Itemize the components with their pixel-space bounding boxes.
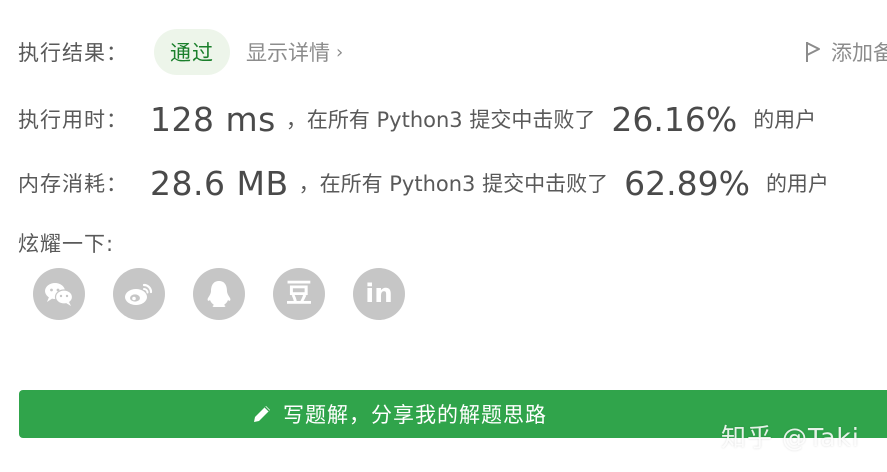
share-row: 炫耀一下: xyxy=(18,226,114,260)
result-label: 执行结果： xyxy=(18,41,128,65)
add-note-button[interactable]: 添加备 xyxy=(805,28,887,76)
memory-label: 内存消耗： xyxy=(18,172,128,196)
add-note-label: 添加备 xyxy=(831,41,887,65)
runtime-row: 执行用时： 128 ms ，在所有 Python3 提交中击败了 26.16% … xyxy=(18,92,816,146)
memory-row: 内存消耗： 28.6 MB ，在所有 Python3 提交中击败了 62.89%… xyxy=(18,156,829,210)
runtime-value: 128 ms xyxy=(150,99,276,139)
share-linkedin-button[interactable]: in xyxy=(353,268,405,320)
result-row: 执行结果： 通过 显示详情 › 添加备 xyxy=(18,28,887,76)
runtime-users-text: 的用户 xyxy=(753,108,817,132)
submission-result-panel: 执行结果： 通过 显示详情 › 添加备 执行用时： 128 ms ，在所有 Py… xyxy=(0,0,887,472)
runtime-label: 执行用时： xyxy=(18,108,128,132)
chevron-right-icon: › xyxy=(336,41,344,63)
runtime-percent: 26.16% xyxy=(611,99,738,139)
status-badge: 通过 xyxy=(154,29,230,75)
share-weibo-button[interactable] xyxy=(113,268,165,320)
write-solution-label: 写题解，分享我的解题思路 xyxy=(283,403,547,427)
show-details-link[interactable]: 显示详情 › xyxy=(246,37,343,67)
show-details-label: 显示详情 xyxy=(246,41,330,65)
share-qq-button[interactable] xyxy=(193,268,245,320)
share-douban-button[interactable]: 豆 xyxy=(273,268,325,320)
flag-icon xyxy=(806,42,820,62)
weibo-icon xyxy=(125,283,153,305)
douban-icon: 豆 xyxy=(285,279,312,309)
wechat-icon xyxy=(45,283,74,306)
memory-users-text: 的用户 xyxy=(765,172,829,196)
share-wechat-button[interactable] xyxy=(33,268,85,320)
runtime-beat-text: ，在所有 Python3 提交中击败了 xyxy=(285,108,596,132)
qq-icon xyxy=(207,281,231,307)
share-icons: 豆 in xyxy=(33,268,405,320)
linkedin-icon: in xyxy=(365,279,393,309)
share-label: 炫耀一下: xyxy=(18,232,115,256)
memory-percent: 62.89% xyxy=(624,163,750,203)
watermark: 知乎 @Taki xyxy=(721,423,860,452)
pencil-icon xyxy=(251,403,273,425)
memory-value: 28.6 MB xyxy=(150,163,289,203)
memory-beat-text: ，在所有 Python3 提交中击败了 xyxy=(298,172,609,196)
